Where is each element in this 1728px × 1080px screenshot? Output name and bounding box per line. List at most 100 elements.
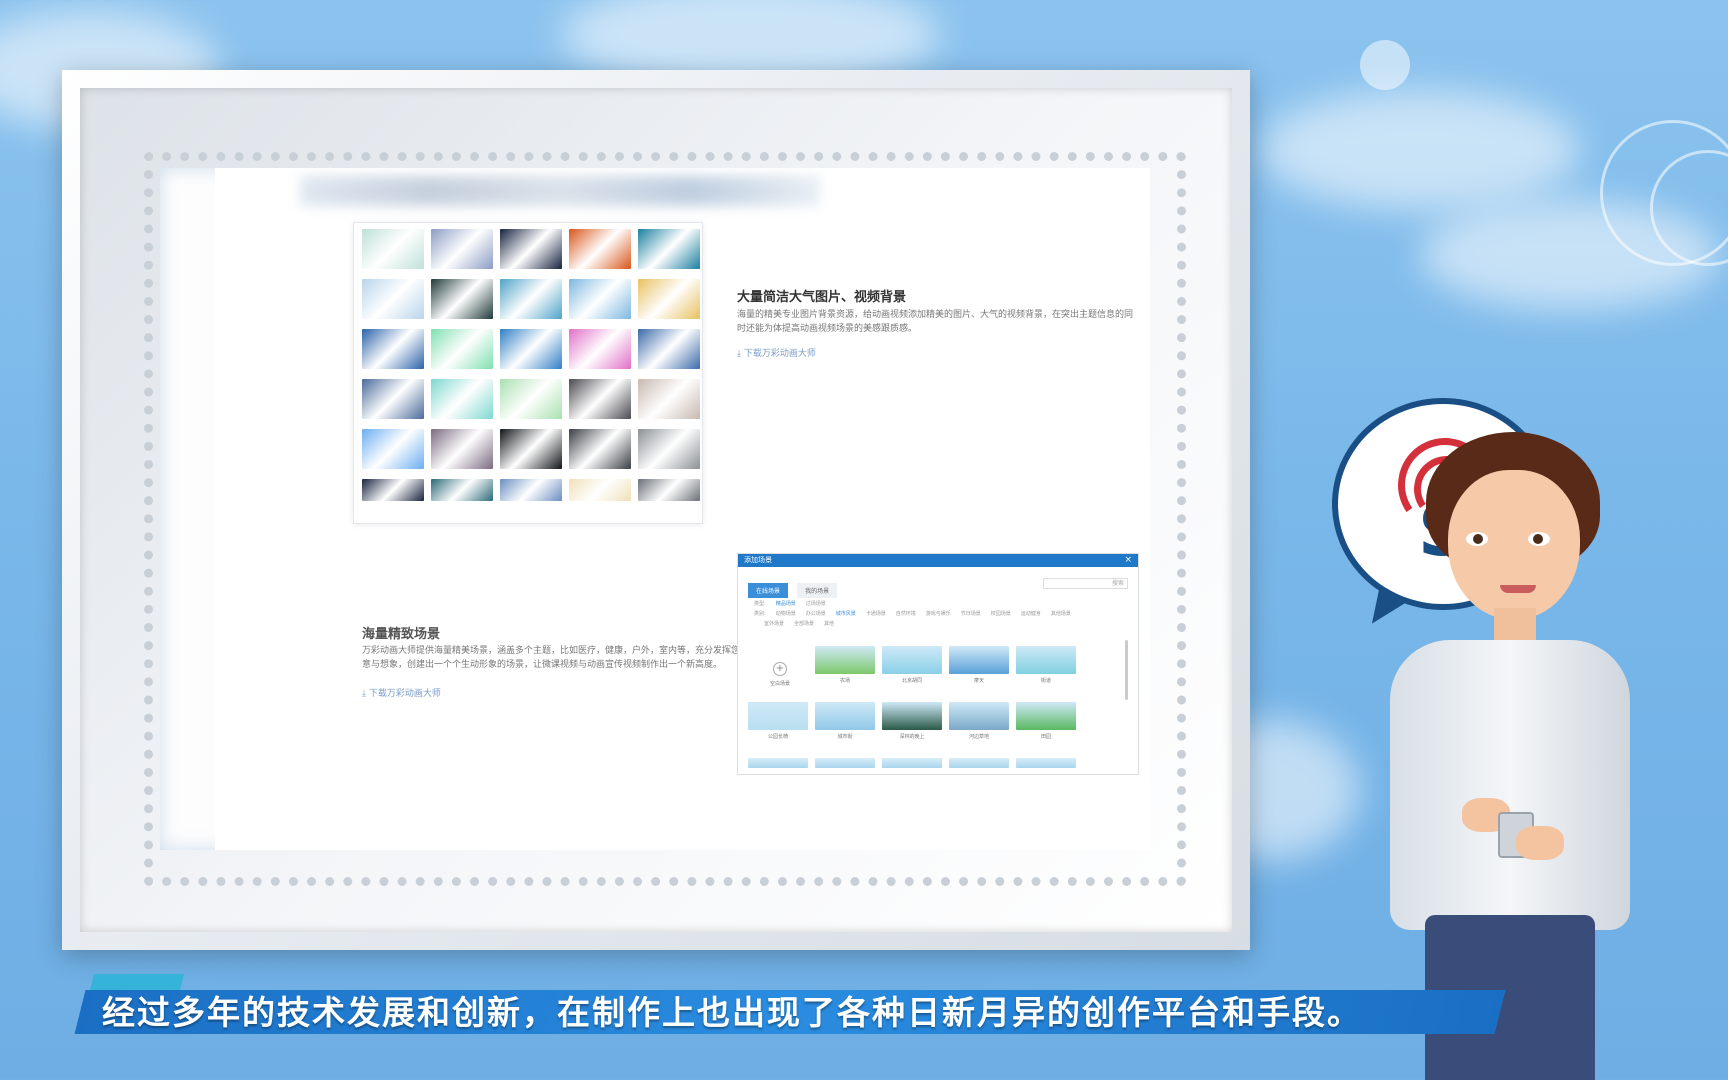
background-thumbnail[interactable] xyxy=(638,229,700,269)
background-thumbnail[interactable] xyxy=(500,279,562,319)
cloud xyxy=(1260,90,1580,210)
scene-label: 街道 xyxy=(1040,678,1051,684)
scene-card[interactable] xyxy=(882,758,942,768)
download-link[interactable]: ⤓ 下载万彩动画大师 xyxy=(362,686,441,699)
background-thumbnail[interactable] xyxy=(500,229,562,269)
avatar-hand xyxy=(1516,826,1564,860)
filter-option[interactable]: 卡通场景 xyxy=(866,611,886,617)
avatar-eye xyxy=(1466,532,1488,546)
filter-option[interactable]: 节日场景 xyxy=(961,611,981,617)
scene-label: 农场 xyxy=(839,678,850,684)
download-link[interactable]: ⤓ 下载万彩动画大师 xyxy=(737,346,816,359)
scene-card[interactable] xyxy=(882,702,942,730)
filter-option[interactable]: 校园场景 xyxy=(991,611,1011,617)
filter-option[interactable]: 全部场景 xyxy=(794,621,814,627)
scene-label: 河边草地 xyxy=(968,734,989,740)
scene-card[interactable] xyxy=(815,646,875,674)
scene-label: 田园 xyxy=(1040,734,1051,740)
background-thumbnail[interactable] xyxy=(431,429,493,469)
background-thumbnail[interactable] xyxy=(500,429,562,469)
add-blank-scene-button[interactable]: + 空白场景 xyxy=(760,656,800,687)
section-title-backgrounds: 大量简洁大气图片、视频背景 xyxy=(737,290,907,305)
scene-filters: 类型: 精品场景 过场场景 类别: 动物场景 办公场景 城市风景 卡通场景 自然环境 游戏与娱乐 节… xyxy=(754,599,1124,629)
scene-card[interactable] xyxy=(1016,758,1076,768)
background-thumbnail[interactable] xyxy=(638,379,700,419)
blurred-header xyxy=(300,176,820,206)
background-thumbnail[interactable] xyxy=(431,279,493,319)
avatar-shirt xyxy=(1390,640,1630,930)
scene-card[interactable] xyxy=(748,758,808,768)
tab-my-scenes[interactable]: 我的场景 xyxy=(797,583,838,598)
filter-option[interactable]: 精品场景 xyxy=(776,601,796,607)
background-thumbnail[interactable] xyxy=(362,429,424,469)
subtitle-accent xyxy=(90,974,184,990)
scene-label: 公园长椅 xyxy=(767,734,788,740)
filter-option[interactable]: 其他 xyxy=(824,621,834,627)
filter-option[interactable]: 过场场景 xyxy=(806,601,826,607)
dialog-title: 添加场景 xyxy=(744,556,772,564)
background-thumbnail[interactable] xyxy=(500,379,562,419)
scene-card[interactable] xyxy=(949,758,1009,768)
background-thumbnail[interactable] xyxy=(362,329,424,369)
scene-card[interactable] xyxy=(815,758,875,768)
filter-row: 类别: 动物场景 办公场景 城市风景 卡通场景 自然环境 游戏与娱乐 节日场景 校园场景 运动健身… xyxy=(754,609,1124,619)
background-thumbnail[interactable] xyxy=(362,479,424,501)
avatar-mouth xyxy=(1500,585,1536,593)
scene-card[interactable] xyxy=(748,702,808,730)
background-thumbnail[interactable] xyxy=(362,229,424,269)
filter-row: 室外场景 全部场景 其他 xyxy=(754,619,1124,629)
background-thumbnail[interactable] xyxy=(431,479,493,501)
filter-option[interactable]: 游戏与娱乐 xyxy=(926,611,951,617)
scene-label: 城市街 xyxy=(837,734,853,740)
background-thumbnail[interactable] xyxy=(500,329,562,369)
add-scene-dialog: 添加场景 × 在线场景 我的场景 搜索 类型: 精品场景 过场场景 类别: 动物场景 办公… xyxy=(737,553,1139,775)
background-thumbnail[interactable] xyxy=(500,479,562,501)
scene-label: 北京胡同 xyxy=(901,678,922,684)
download-icon: ⤓ xyxy=(737,349,741,359)
filter-option[interactable]: 运动健身 xyxy=(1021,611,1041,617)
subtitle-text: 经过多年的技术发展和创新，在制作上也出现了各种日新月异的创作平台和手段。 xyxy=(102,993,1362,1032)
background-thumbnail[interactable] xyxy=(569,429,631,469)
filter-option[interactable]: 自然环境 xyxy=(896,611,916,617)
background-thumbnail[interactable] xyxy=(431,229,493,269)
background-thumbnail[interactable] xyxy=(569,279,631,319)
scene-label: 摩天 xyxy=(973,678,984,684)
scrollbar[interactable] xyxy=(1125,640,1128,700)
background-thumbnail[interactable] xyxy=(431,329,493,369)
background-thumbnail[interactable] xyxy=(362,279,424,319)
download-icon: ⤓ xyxy=(362,689,366,699)
dialog-tabs: 在线场景 我的场景 xyxy=(748,578,841,598)
filter-option[interactable]: 办公场景 xyxy=(806,611,826,617)
background-thumbnail[interactable] xyxy=(569,479,631,501)
avatar-face xyxy=(1448,470,1580,620)
background-thumbnail[interactable] xyxy=(569,229,631,269)
background-thumbnail[interactable] xyxy=(638,429,700,469)
close-icon[interactable]: × xyxy=(1124,554,1132,567)
plus-icon: + xyxy=(773,662,787,676)
section-desc-backgrounds: 海量的精美专业图片背景资源，给动画视频添加精美的图片、大气的视频背景，在突出主题… xyxy=(737,310,1134,334)
frame-canvas: 大量简洁大气图片、视频背景 海量的精美专业图片背景资源，给动画视频添加精美的图片… xyxy=(160,168,1150,850)
background-thumbnail[interactable] xyxy=(569,379,631,419)
scene-card[interactable] xyxy=(1016,646,1076,674)
scene-card[interactable] xyxy=(949,646,1009,674)
filter-option[interactable]: 城市风景 xyxy=(836,611,856,617)
background-thumbnail[interactable] xyxy=(431,379,493,419)
scene-card[interactable] xyxy=(949,702,1009,730)
filter-option[interactable]: 动物场景 xyxy=(776,611,796,617)
background-thumbnail[interactable] xyxy=(569,329,631,369)
tab-online-scenes[interactable]: 在线场景 xyxy=(748,583,789,598)
scene-card[interactable] xyxy=(815,702,875,730)
background-thumbnail[interactable] xyxy=(362,379,424,419)
filter-option[interactable]: 其他场景 xyxy=(1051,611,1071,617)
background-thumbnail[interactable] xyxy=(638,279,700,319)
filter-option[interactable]: 室外场景 xyxy=(764,621,784,627)
scene-card[interactable] xyxy=(882,646,942,674)
background-thumbnail[interactable] xyxy=(638,329,700,369)
webpage-content: 大量简洁大气图片、视频背景 海量的精美专业图片背景资源，给动画视频添加精美的图片… xyxy=(215,168,1150,850)
section-desc-scenes: 万彩动画大师提供海量精美场景，涵盖多个主题，比如医疗，健康，户外，室内等，充分发… xyxy=(362,646,759,670)
background-thumbnail[interactable] xyxy=(638,479,700,501)
scene-label: 深林的晚上 xyxy=(899,734,925,740)
picture-frame: 大量简洁大气图片、视频背景 海量的精美专业图片背景资源，给动画视频添加精美的图片… xyxy=(62,70,1250,950)
scene-card[interactable] xyxy=(1016,702,1076,730)
search-input[interactable]: 搜索 xyxy=(1043,578,1128,589)
